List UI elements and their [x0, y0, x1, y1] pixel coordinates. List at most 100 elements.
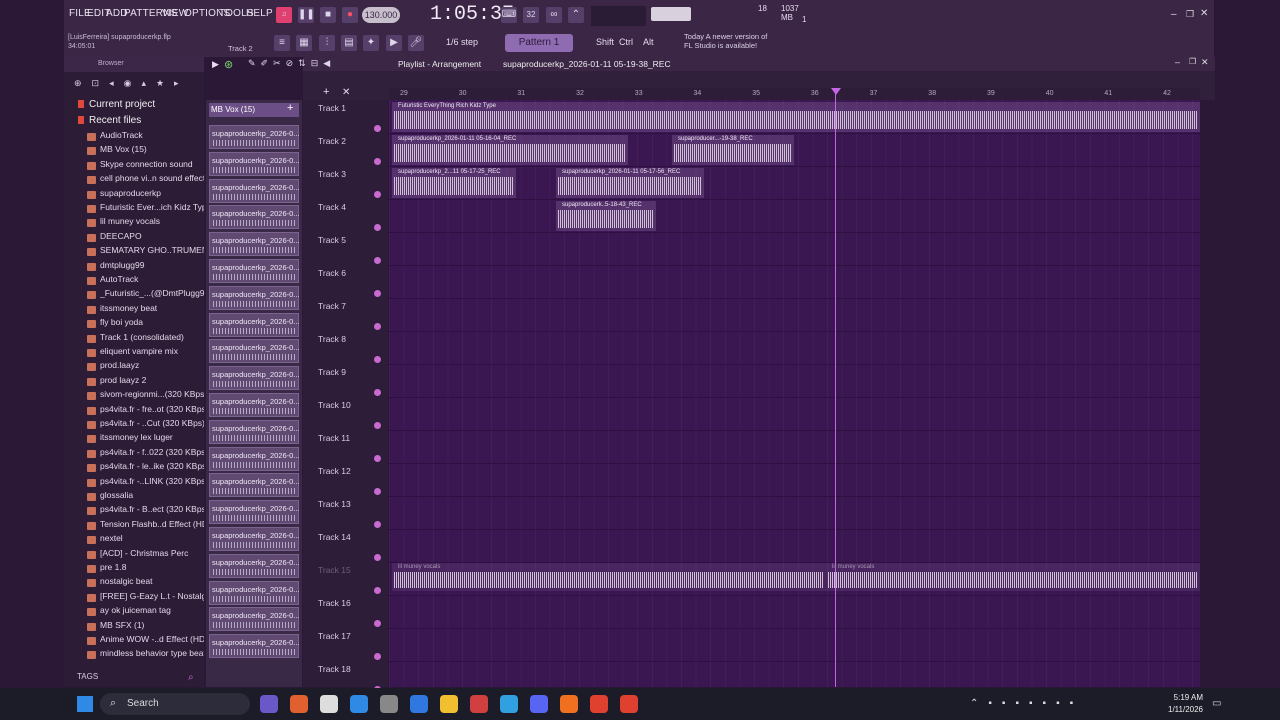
audio-clip[interactable]: supaproducerkp_2026-01-11 05-16-04_REC [392, 135, 628, 165]
track-name[interactable]: Track 12 [318, 466, 351, 476]
browser-item[interactable]: pre 1.8 [100, 562, 204, 572]
track-mute-led[interactable] [374, 191, 381, 198]
browser-item[interactable]: AutoTrack [100, 274, 204, 284]
browser-item[interactable]: lil muney vocals [100, 216, 204, 226]
browser-item[interactable]: itssmoney lex luger [100, 432, 204, 442]
track-name[interactable]: Track 13 [318, 499, 351, 509]
system-tray[interactable]: ⌃▪▪▪▪▪▪▪ [970, 698, 1083, 709]
edge-icon[interactable] [500, 695, 518, 713]
close-icon[interactable]: ✕ [1200, 8, 1208, 19]
browser-item[interactable]: Tension Flashb..d Effect (HD) [100, 519, 204, 529]
picker-clip[interactable]: supaproducerkp_2026-0... [209, 366, 300, 391]
audio-clip[interactable]: lil muney vocals [826, 563, 1200, 591]
tempo-display[interactable]: 130.000 [362, 7, 400, 23]
track-mute-led[interactable] [374, 455, 381, 462]
current-project-label[interactable]: Current project [89, 99, 155, 110]
audio-clip[interactable]: supaproducerkp_2...11 05-17-25_REC [392, 168, 516, 198]
master-volume-slider[interactable] [651, 7, 691, 21]
alt-key[interactable]: Alt [643, 37, 654, 47]
browser-item[interactable]: MB Vox (15) [100, 144, 204, 154]
picker-clip[interactable]: supaproducerkp_2026-0... [209, 473, 300, 498]
track-name[interactable]: Track 8 [318, 334, 346, 344]
playlist-icon[interactable]: ≡ [274, 35, 290, 51]
stop-icon[interactable]: ■ [320, 7, 336, 23]
track-name[interactable]: Track 9 [318, 367, 346, 377]
browser-item[interactable]: prod laayz 2 [100, 375, 204, 385]
picker-clip[interactable]: supaproducerkp_2026-0... [209, 527, 300, 551]
app-icon[interactable] [290, 695, 308, 713]
fl-studio-icon[interactable] [560, 695, 578, 713]
task-view-icon[interactable] [260, 695, 278, 713]
browser-item[interactable]: ps4vita.fr - fre..ot (320 KBps) [100, 404, 204, 414]
track-name[interactable]: Track 15 [318, 565, 351, 575]
playhead[interactable] [835, 92, 836, 687]
browser-item[interactable]: prod.laayz [100, 360, 204, 370]
audio-clip[interactable]: supaproducerkp_2026-01-11 05-17-56_REC [556, 168, 704, 198]
browser-item[interactable]: dmtplugg99 [100, 260, 204, 270]
track-name[interactable]: Track 3 [318, 169, 346, 179]
picker-clip[interactable]: supaproducerkp_2026-0... [209, 339, 300, 364]
browser-item[interactable]: ps4vita.fr - le..ike (320 KBps) [100, 461, 204, 471]
browser-item[interactable]: [FREE] G-Eazy L.t - Nostalgic [100, 591, 204, 601]
picker-clip[interactable]: supaproducerkp_2026-0... [209, 312, 300, 337]
browser-item[interactable]: Anime WOW -..d Effect (HD) [100, 634, 204, 644]
picker-clip[interactable]: supaproducerkp_2026-0... [209, 634, 300, 659]
browser-item[interactable]: nostalgic beat [100, 576, 204, 586]
track-mute-led[interactable] [374, 158, 381, 165]
tags-label[interactable]: TAGS [77, 672, 98, 681]
track-name[interactable]: Track 6 [318, 268, 346, 278]
menu-help[interactable]: HELP [246, 8, 273, 19]
keyboard-icon[interactable]: ⌨ [501, 7, 517, 23]
track-mute-led[interactable] [374, 389, 381, 396]
browser-item[interactable]: ps4vita.fr - f..022 (320 KBps) [100, 447, 204, 457]
browser-item[interactable]: nextel [100, 533, 204, 543]
track-mute-led[interactable] [374, 224, 381, 231]
browser-item[interactable]: ps4vita.fr - B..ect (320 KBps) [100, 504, 204, 514]
track-name[interactable]: Track 10 [318, 400, 351, 410]
loop-record-icon[interactable]: ∞ [546, 7, 562, 23]
chrome-icon[interactable] [620, 695, 638, 713]
record-icon[interactable]: ● [342, 7, 358, 23]
add-track-icon[interactable]: + [323, 86, 329, 98]
track-name[interactable]: Track 7 [318, 301, 346, 311]
discord-icon[interactable] [530, 695, 548, 713]
browser-item[interactable]: [ACD] - Christmas Perc [100, 548, 204, 558]
picker-clip[interactable]: supaproducerkp_2026-0... [209, 125, 300, 149]
playlist-menu-icon[interactable]: ▶ [212, 59, 219, 70]
track-mute-led[interactable] [374, 620, 381, 627]
track-mute-led[interactable] [374, 521, 381, 528]
track-mute-led[interactable] [374, 125, 381, 132]
playlist-tools[interactable]: ✎✐✂⊘⇅⊟◀ [248, 58, 388, 70]
chrome-icon[interactable] [590, 695, 608, 713]
browser-toolbar[interactable]: ⊕⊡◂◉▴★▸ [74, 78, 200, 92]
track-mute-led[interactable] [374, 488, 381, 495]
track-mute-led[interactable] [374, 257, 381, 264]
picker-clip[interactable]: supaproducerkp_2026-0... [209, 205, 300, 230]
pause-icon[interactable]: ❚❚ [298, 7, 315, 23]
browser-item[interactable]: Futuristic Ever...ich Kidz Type [100, 202, 204, 212]
add-icon[interactable]: + [287, 102, 293, 114]
track-name[interactable]: Track 17 [318, 631, 351, 641]
track-mute-led[interactable] [374, 356, 381, 363]
playhead-marker[interactable] [831, 88, 841, 95]
picker-clip[interactable]: supaproducerkp_2026-0... [209, 178, 300, 203]
piano-roll-icon[interactable]: ▦ [296, 35, 312, 51]
browser-item[interactable]: ay ok juiceman tag [100, 605, 204, 615]
picker-clip[interactable]: supaproducerkp_2026-0... [209, 393, 300, 417]
browser-item[interactable]: Track 1 (consolidated) [100, 332, 204, 342]
ctrl-key[interactable]: Ctrl [619, 37, 633, 47]
microphone-icon[interactable]: 🎤︎ [408, 35, 424, 51]
recent-files-label[interactable]: Recent files [89, 115, 141, 126]
app-icon[interactable] [350, 695, 368, 713]
browser-item[interactable]: ps4vita.fr - ..Cut (320 KBps) [100, 418, 204, 428]
shift-key[interactable]: Shift [596, 37, 614, 47]
track-name[interactable]: Track 11 [318, 433, 350, 443]
file-explorer-icon[interactable] [440, 695, 458, 713]
app-icon[interactable] [410, 695, 428, 713]
minimize-icon[interactable]: – [1175, 57, 1180, 67]
browser-item[interactable]: DEECAPO [100, 231, 204, 241]
magnet-icon[interactable]: ⊛ [224, 58, 233, 71]
track-name[interactable]: Track 4 [318, 202, 346, 212]
picker-clip[interactable]: supaproducerkp_2026-0... [209, 285, 300, 310]
channel-rack-icon[interactable]: ▤ [341, 35, 357, 51]
